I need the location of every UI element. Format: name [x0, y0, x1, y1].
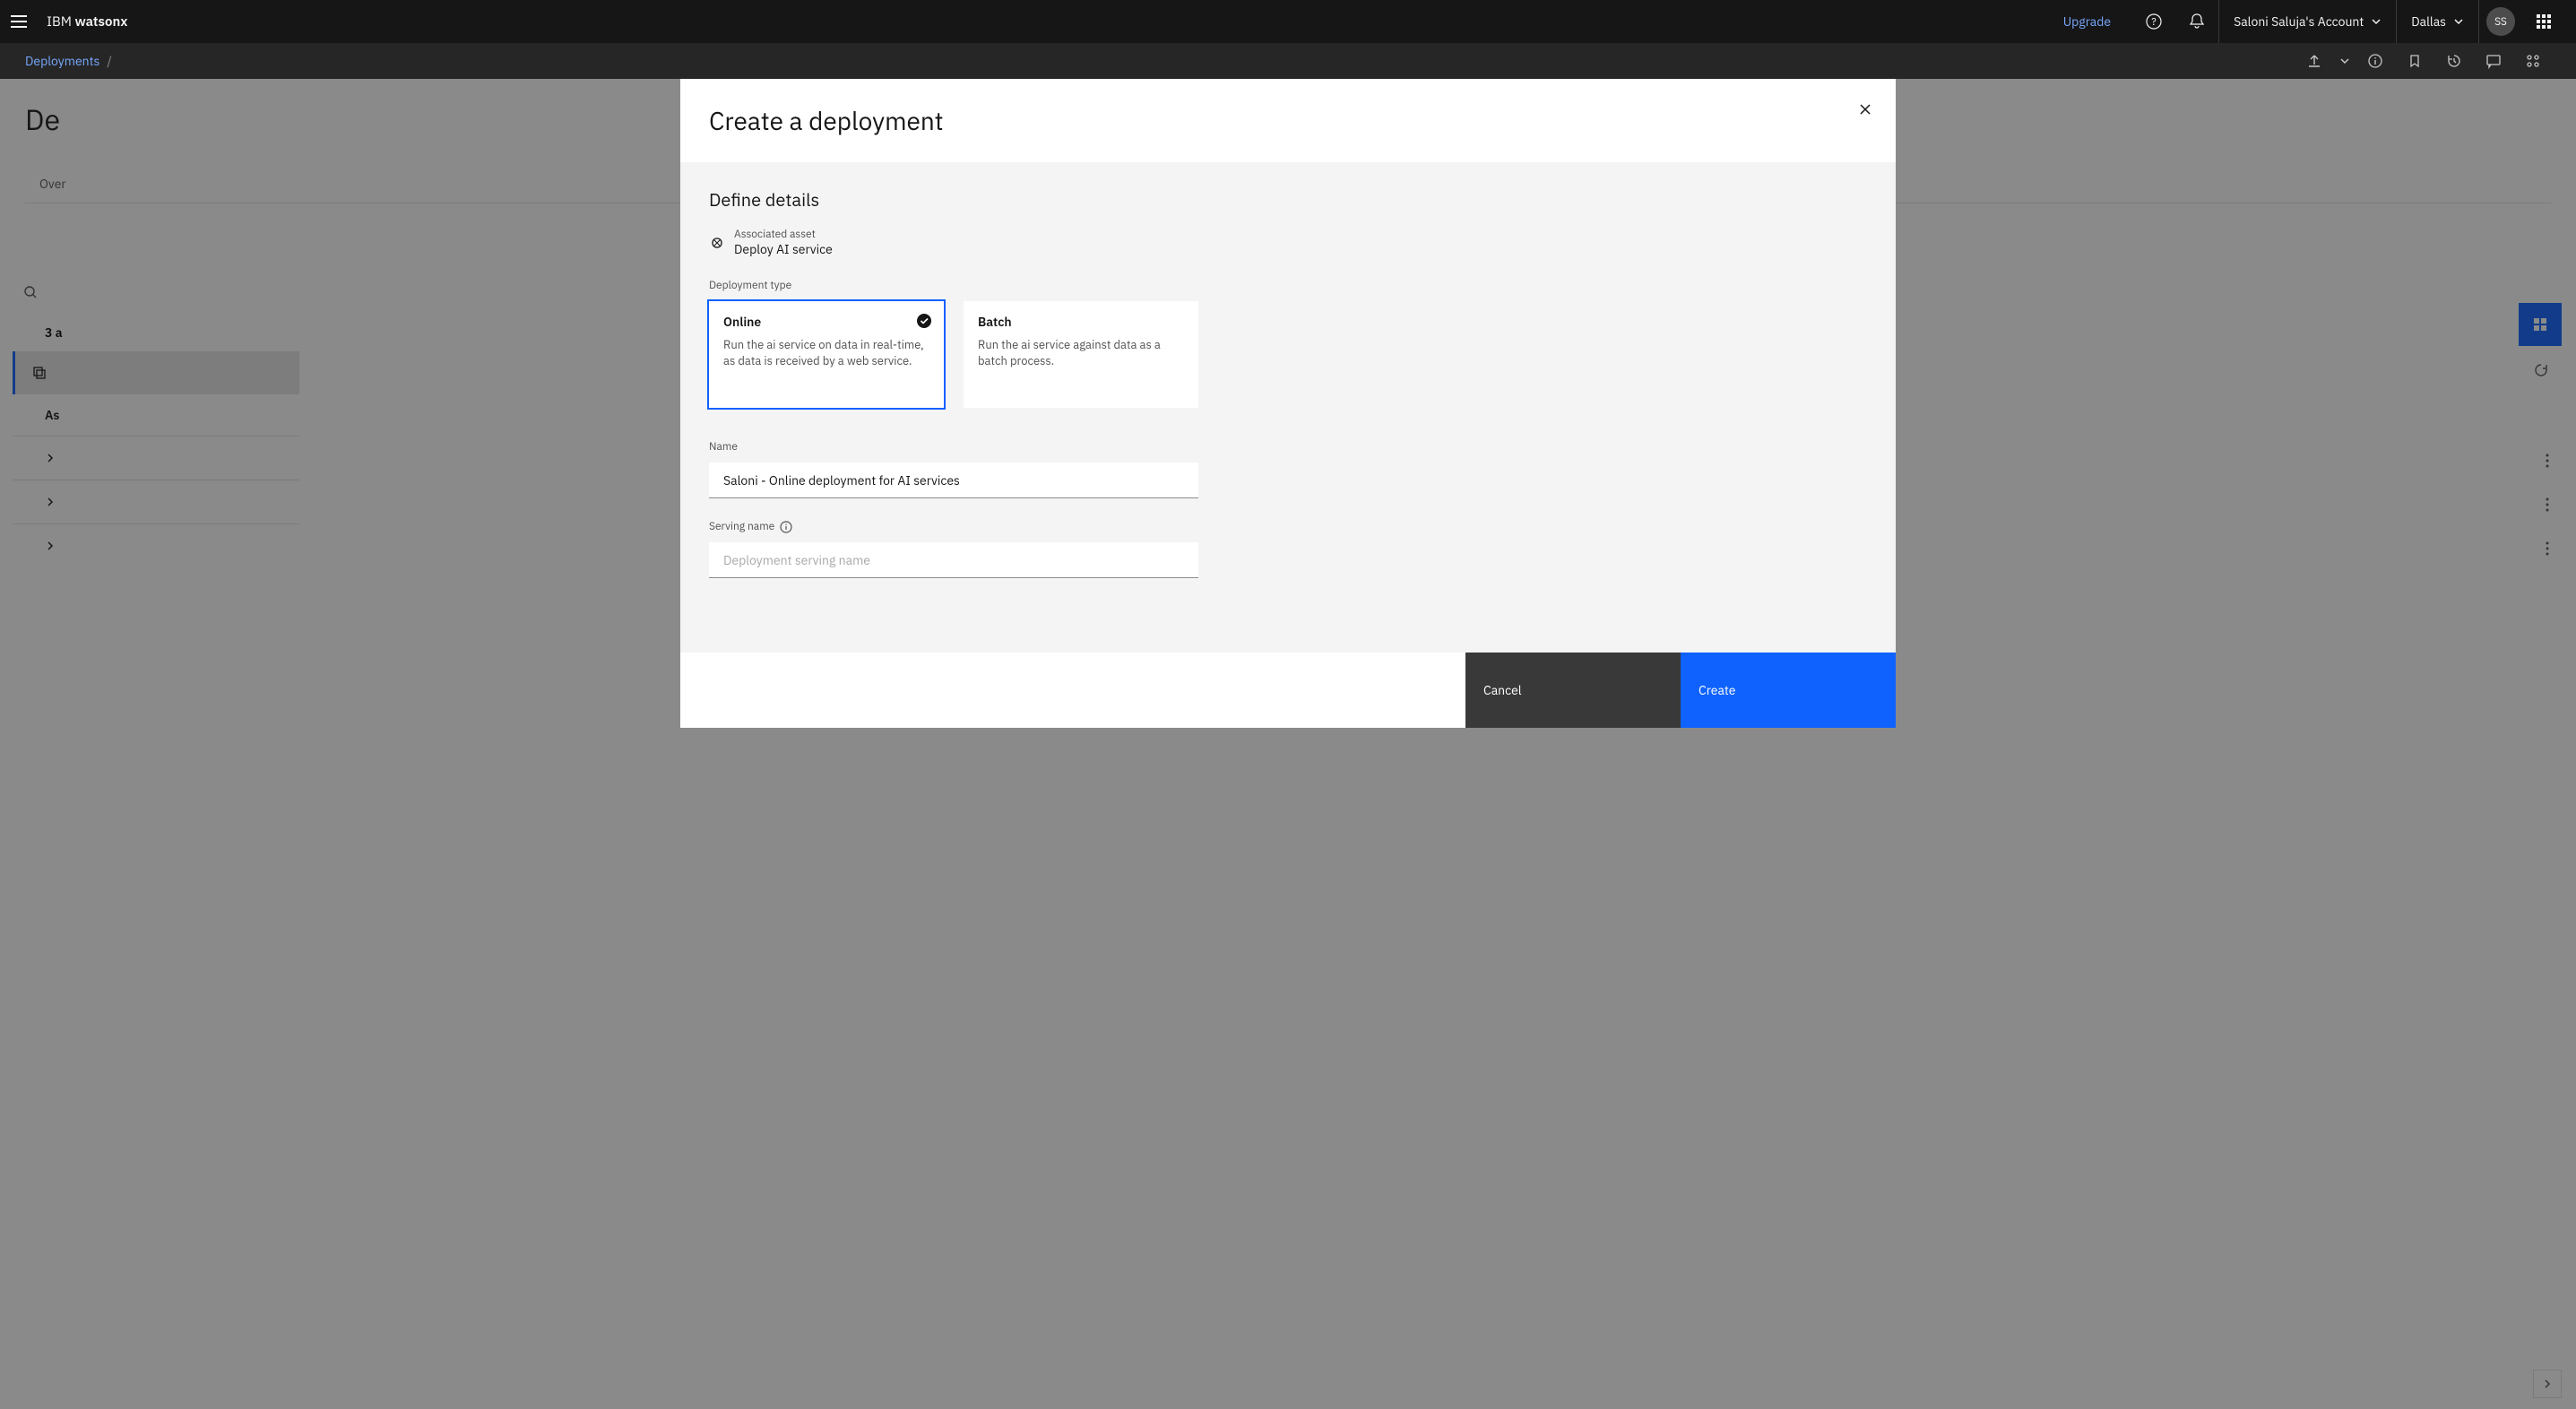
notification-icon[interactable] — [2175, 0, 2218, 43]
deployment-type-batch[interactable]: Batch Run the ai service against data as… — [964, 301, 1198, 408]
chat-icon[interactable] — [2476, 43, 2511, 79]
associated-asset-value: Deploy AI service — [734, 241, 833, 257]
top-header: IBM watsonx Upgrade ? Saloni Saluja's Ac… — [0, 0, 2576, 43]
deployment-type-label: Deployment type — [709, 279, 1867, 292]
serving-name-input[interactable] — [709, 542, 1198, 578]
chevron-down-icon[interactable] — [2336, 43, 2354, 79]
history-icon[interactable] — [2436, 43, 2472, 79]
menu-icon[interactable] — [11, 11, 32, 32]
type-online-desc: Run the ai service on data in real-time,… — [723, 337, 929, 369]
info-icon[interactable] — [2357, 43, 2393, 79]
modal-title: Create a deployment — [709, 104, 944, 137]
cancel-button[interactable]: Cancel — [1465, 653, 1681, 728]
info-icon[interactable] — [780, 521, 792, 533]
breadcrumb-separator: / — [107, 53, 111, 69]
type-batch-title: Batch — [978, 314, 1184, 330]
brand: IBM watsonx — [47, 13, 127, 30]
chevron-down-icon — [2371, 16, 2382, 27]
svg-text:?: ? — [2151, 16, 2156, 29]
sub-header: Deployments / — [0, 43, 2576, 79]
upgrade-link[interactable]: Upgrade — [2063, 13, 2111, 30]
type-online-title: Online — [723, 314, 929, 330]
serving-name-label: Serving name — [709, 520, 1867, 533]
breadcrumb-deployments[interactable]: Deployments — [25, 53, 99, 69]
deployment-type-online[interactable]: Online Run the ai service on data in rea… — [709, 301, 944, 408]
create-button[interactable]: Create — [1681, 653, 1896, 728]
section-title: Define details — [709, 187, 1867, 212]
create-deployment-modal: Create a deployment Define details Assoc… — [680, 79, 1896, 728]
close-icon[interactable] — [1851, 95, 1880, 124]
ai-service-icon — [709, 235, 725, 251]
avatar[interactable]: SS — [2486, 7, 2515, 36]
region-selector[interactable]: Dallas — [2397, 0, 2478, 43]
deployment-name-input[interactable] — [709, 462, 1198, 498]
checkmark-icon — [917, 314, 931, 333]
help-icon[interactable]: ? — [2132, 0, 2175, 43]
chevron-down-icon — [2453, 16, 2464, 27]
modal-overlay: Create a deployment Define details Assoc… — [0, 79, 2576, 1409]
name-label: Name — [709, 440, 1867, 454]
upload-icon[interactable] — [2296, 43, 2332, 79]
bookmark-icon[interactable] — [2397, 43, 2433, 79]
apps-switcher-icon[interactable] — [2522, 0, 2565, 43]
settings-icon[interactable] — [2515, 43, 2551, 79]
type-batch-desc: Run the ai service against data as a bat… — [978, 337, 1184, 369]
account-selector[interactable]: Saloni Saluja's Account — [2219, 0, 2396, 43]
associated-asset-label: Associated asset — [734, 228, 833, 241]
